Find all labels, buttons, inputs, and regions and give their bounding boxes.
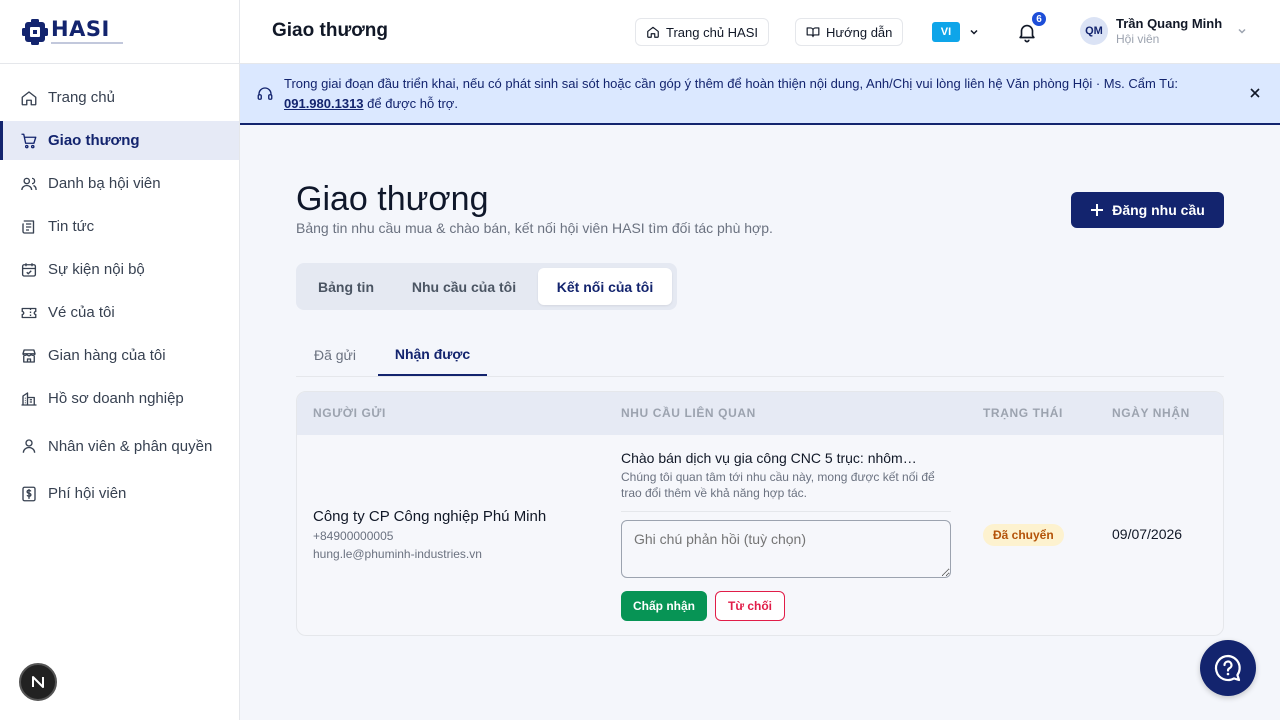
sidebar-item-label: Danh bạ hội viên [48,175,161,192]
sidebar-item-my-tickets[interactable]: Vé của tôi [0,293,239,332]
table-header: Người gửi Nhu cầu liên quan Trạng thái N… [297,392,1223,435]
need-title-link[interactable]: Chào bán dịch vụ gia công CNC 5 trục: nh… [621,450,941,466]
user-name: Trần Quang Minh [1116,16,1223,31]
sidebar-item-label: Giao thương [48,132,140,149]
sender-name: Công ty CP Công nghiệp Phú Minh [313,508,547,525]
user-info: Trần Quang Minh Hội viên [1116,16,1222,46]
tab-board[interactable]: Bảng tin [301,268,391,305]
sidebar-item-label: Tin tức [48,218,95,235]
news-icon [20,218,38,236]
home-icon [647,26,659,38]
column-header-sender: Người gửi [313,406,386,420]
page-title: Giao thương [296,180,489,218]
dollar-icon [20,485,38,503]
sidebar-item-label: Phí hội viên [48,485,127,502]
response-note-input[interactable] [621,520,951,578]
sidebar-item-internal-events[interactable]: Sự kiện nội bộ [0,250,239,289]
close-icon[interactable] [1248,86,1262,100]
calendar-icon [20,261,38,279]
ticket-icon [20,304,38,322]
banner-message: Trong giai đoạn đầu triển khai, nếu có p… [284,74,1234,114]
post-need-button[interactable]: Đăng nhu cầu [1071,192,1224,228]
sender-email: hung.le@phuminh-industries.vn [313,547,482,561]
connection-subtabs: Đã gửi Nhận được [296,334,1224,377]
sidebar-item-membership-fee[interactable]: Phí hội viên [0,474,239,513]
home-icon [20,89,38,107]
sidebar-item-staff-permissions[interactable]: Nhân viên & phân quyền [0,422,239,470]
hasi-home-link[interactable]: Trang chủ HASI [635,18,770,46]
sender-cell: Công ty CP Công nghiệp Phú Minh +8490000… [313,508,546,563]
received-connections-table: Người gửi Nhu cầu liên quan Trạng thái N… [296,391,1224,636]
avatar: QM [1080,17,1108,45]
top-header: Giao thương Trang chủ HASI Hướng dẫn VI … [240,0,1280,64]
users-icon [20,175,38,193]
plus-icon [1091,204,1104,216]
sidebar-item-my-store[interactable]: Gian hàng của tôi [0,336,239,375]
notification-count-badge: 6 [1030,10,1048,28]
cart-icon [20,132,38,150]
page-subtitle: Bảng tin nhu cầu mua & chào bán, kết nối… [296,220,773,236]
guide-link[interactable]: Hướng dẫn [795,18,904,46]
banner-text-before: Trong giai đoạn đầu triển khai, nếu có p… [284,76,1178,91]
sidebar-item-news[interactable]: Tin tức [0,207,239,246]
status-badge: Đã chuyển [983,524,1064,546]
user-menu[interactable]: QM Trần Quang Minh Hội viên [1080,16,1248,46]
received-date: 09/07/2026 [1112,526,1183,542]
help-chat-button[interactable] [1200,640,1256,696]
hasi-logo[interactable]: HASI [22,17,123,45]
subtab-received[interactable]: Nhận được [378,334,487,376]
need-message: Chúng tôi quan tâm tới nhu cầu này, mong… [621,470,935,500]
post-need-label: Đăng nhu cầu [1112,202,1205,218]
user-role: Hội viên [1116,32,1160,46]
language-code: VI [932,22,960,42]
sidebar-item-label: Gian hàng của tôi [48,347,166,364]
column-header-received-date: Ngày nhận [1112,406,1190,420]
sender-phone: +84900000005 [313,529,394,543]
chevron-down-icon [970,29,978,35]
tab-my-connections[interactable]: Kết nối của tôi [538,268,672,305]
column-header-related-need: Nhu cầu liên quan [621,406,756,420]
logo-area: HASI [0,0,239,64]
store-icon [20,347,38,365]
dev-tools-badge[interactable] [19,663,57,701]
sidebar-item-label: Nhân viên & phân quyền [48,437,213,455]
sidebar-item-label: Trang chủ [48,89,115,106]
view-tabs: Bảng tin Nhu cầu của tôi Kết nối của tôi [296,263,677,310]
header-title: Giao thương [272,20,388,41]
sidebar-item-business-profile[interactable]: Hồ sơ doanh nghiệp [0,379,239,418]
accept-button[interactable]: Chấp nhận [621,591,707,621]
hasi-home-label: Trang chủ HASI [666,24,759,40]
subtab-sent[interactable]: Đã gửi [296,334,374,376]
support-banner: Trong giai đoạn đầu triển khai, nếu có p… [240,64,1280,125]
need-cell: Chào bán dịch vụ gia công CNC 5 trục: nh… [621,450,953,501]
sidebar-item-label: Sự kiện nội bộ [48,261,145,278]
logo-tagline-line [51,42,123,44]
support-phone-link[interactable]: 091.980.1313 [284,96,364,111]
sidebar-item-label: Vé của tôi [48,304,115,321]
language-selector[interactable]: VI [932,22,980,42]
user-icon [20,437,38,455]
logo-mark-icon [22,18,48,45]
book-icon [806,27,820,38]
sidebar-item-trade[interactable]: Giao thương [0,121,239,160]
divider [621,511,951,512]
building-icon [20,390,38,408]
headset-icon [257,87,273,100]
guide-label: Hướng dẫn [826,24,893,40]
column-header-status: Trạng thái [983,406,1063,420]
chevron-down-icon [1238,28,1246,34]
sidebar-item-label: Hồ sơ doanh nghiệp [48,390,184,407]
help-chat-icon [1214,654,1241,682]
reject-button[interactable]: Từ chối [715,591,785,621]
banner-text-after: để được hỗ trợ. [363,96,458,111]
tab-my-needs[interactable]: Nhu cầu của tôi [394,268,534,305]
n-logo-icon [32,676,44,688]
logo-text: HASI [51,17,110,41]
sidebar: HASI Trang chủ Giao thương Danh bạ hội v… [0,0,240,720]
sidebar-item-home[interactable]: Trang chủ [0,78,239,117]
sidebar-nav: Trang chủ Giao thương Danh bạ hội viên T… [0,64,239,513]
sidebar-item-member-directory[interactable]: Danh bạ hội viên [0,164,239,203]
